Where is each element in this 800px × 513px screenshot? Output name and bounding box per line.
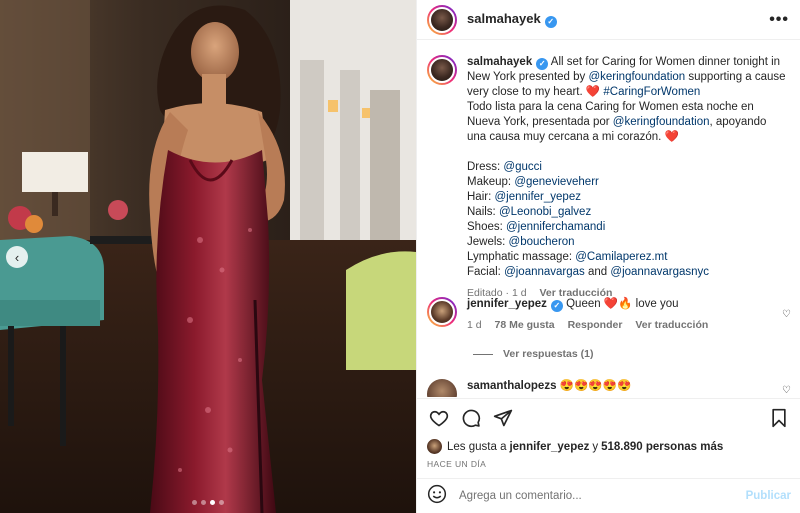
comment-like-heart-icon[interactable]: ♡ [782,309,791,320]
emoji-icon[interactable] [427,484,447,509]
credits-list: Dress: @gucci Makeup: @genevieveherr Hair:… [467,160,787,280]
comment-text: jennifer_yepez ✓ Queen ❤️🔥 love you [467,297,767,312]
credit-line: Nails: @Leonobi_galvez [467,205,787,220]
comment-body: Queen ❤️🔥 love you [566,298,679,310]
post-time-ago: HACE UN DÍA [427,459,487,469]
carousel-dot [201,500,206,505]
comments-list[interactable]: salmahayek ✓ All set for Caring for Women… [417,41,800,397]
credit-label: Shoes: [467,221,506,233]
author-avatar[interactable] [427,4,457,35]
liker-username[interactable]: jennifer_yepez [509,441,589,453]
replies-divider [473,353,493,355]
hashtag-link[interactable]: #CaringForWomen [603,86,700,98]
post-header: salmahayek ✓ ••• [417,0,800,40]
credit-line: Jewels: @boucheron [467,235,787,250]
photo-illustration [0,0,416,513]
comment-time: 1 d [467,319,482,331]
see-translation-link[interactable]: Ver traducción [635,319,708,331]
post-side-panel: salmahayek ✓ ••• salmahayek ✓ All set for … [416,0,800,513]
comment-likes[interactable]: 78 Me gusta [495,319,555,331]
credit-handle-link[interactable]: @jenniferchamandi [506,221,605,233]
credit-handle-link[interactable]: @Leonobi_galvez [499,206,591,218]
credit-line: Dress: @gucci [467,160,787,175]
comment-item: samanthalopezs 😍😍😍😍😍 [427,379,767,397]
caption-block: salmahayek ✓ All set for Caring for Women… [427,55,787,299]
author-username-text[interactable]: salmahayek [467,11,541,26]
commenter-username[interactable]: samanthalopezs [467,380,556,392]
credit-line: Lymphatic massage: @Camilaperez.mt [467,250,787,265]
credit-handle-link[interactable]: @jennifer_yepez [494,191,580,203]
action-bar: Les gusta a jennifer_yepez y 518.890 per… [417,398,800,469]
share-send-icon[interactable] [491,406,515,430]
commenter-username[interactable]: jennifer_yepez [467,298,547,310]
comment-icon[interactable] [459,406,483,430]
reply-button[interactable]: Responder [568,319,623,331]
comment-meta: 1 d 78 Me gusta Responder Ver traducción [467,319,767,331]
likes-prefix: Les gusta a [447,440,507,453]
likes-count[interactable]: 518.890 personas más [601,441,723,453]
credit-label: Hair: [467,191,495,203]
chevron-left-icon: ‹ [14,249,20,265]
comment-input[interactable] [459,490,729,502]
credit-label: Lymphatic massage: [467,251,576,263]
more-options-icon[interactable]: ••• [769,11,789,29]
credit-line: Hair: @jennifer_yepez [467,190,787,205]
credit-label: Dress: [467,161,504,173]
view-replies-label: Ver respuestas (1) [503,348,594,360]
commenter-avatar[interactable] [427,297,457,327]
credit-label: Jewels: [467,236,509,248]
verified-badge-icon: ✓ [536,57,549,70]
credit-handle-link[interactable]: @joannavargasnyc [610,266,709,278]
carousel-dot [219,500,224,505]
action-icons [427,399,791,437]
credit-label: Makeup: [467,176,515,188]
credit-connector: and [584,266,611,278]
verified-badge-icon: ✓ [550,299,563,312]
publish-button[interactable]: Publicar [746,490,791,502]
carousel-prev-button[interactable]: ‹ [6,246,28,268]
author-username[interactable]: salmahayek ✓ [467,11,557,28]
verified-badge-icon: ✓ [544,15,557,28]
mention-link[interactable]: @keringfoundation [613,116,710,128]
post-photo[interactable]: ‹ [0,0,416,513]
comment-like-heart-icon[interactable]: ♡ [782,385,791,396]
credit-label: Nails: [467,206,499,218]
caption-username[interactable]: salmahayek [467,56,532,68]
credit-line: Facial: @joannavargas and @joannavargasn… [467,265,787,280]
comment-body: 😍😍😍😍😍 [559,380,632,392]
credit-handle-link[interactable]: @gucci [503,161,542,173]
like-heart-icon[interactable] [427,406,451,430]
comment-item: jennifer_yepez ✓ Queen ❤️🔥 love you 1 d 7… [427,297,767,331]
credit-handle-link[interactable]: @genevieveherr [514,176,599,188]
likes-mid: y [592,440,599,453]
credit-handle-link[interactable]: @joannavargas [504,266,585,278]
credit-handle-link[interactable]: @Camilaperez.mt [575,251,667,263]
view-replies-button[interactable]: Ver respuestas (1) [473,348,593,360]
carousel-dot [192,500,197,505]
credit-line: Makeup: @genevieveherr [467,175,787,190]
credit-handle-link[interactable]: @boucheron [509,236,575,248]
likes-summary: Les gusta a jennifer_yepez y 518.890 per… [427,439,791,454]
credit-label: Facial: [467,266,505,278]
mention-link[interactable]: @keringfoundation [588,71,685,83]
carousel-dots [0,500,416,505]
comment-text: samanthalopezs 😍😍😍😍😍 [467,379,767,394]
commenter-avatar[interactable] [427,379,457,397]
carousel-dot-active [210,500,215,505]
instagram-post-view: ‹ salmahayek ✓ ••• salmahayek ✓ All set … [0,0,800,513]
bookmark-save-icon[interactable] [767,406,791,430]
add-comment-bar: Publicar [417,478,800,513]
caption-text: salmahayek ✓ All set for Caring for Women… [467,55,787,280]
caption-avatar[interactable] [427,55,457,85]
credit-line: Shoes: @jenniferchamandi [467,220,787,235]
liker-avatar[interactable] [427,439,442,454]
